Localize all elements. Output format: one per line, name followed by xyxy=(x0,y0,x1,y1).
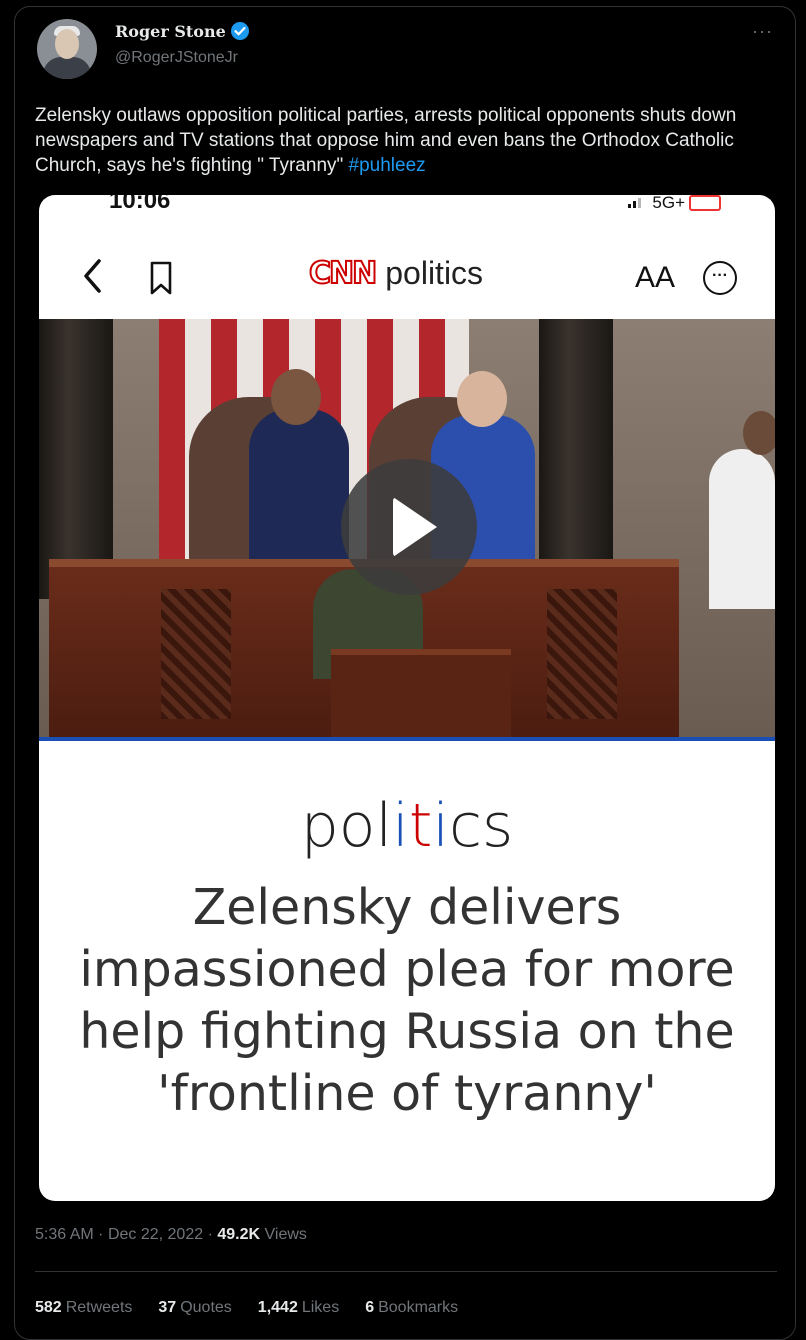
meta-separator: · xyxy=(98,1226,104,1243)
signal-icon xyxy=(628,198,648,208)
network-indicator: 5G+ xyxy=(628,195,721,213)
media-screenshot[interactable]: 10:06 5G+ CNN politics AA ··· politics Z… xyxy=(39,195,775,1201)
quotes-stat[interactable]: 37 Quotes xyxy=(158,1299,231,1317)
meta-separator: · xyxy=(207,1226,213,1243)
bookmarks-stat[interactable]: 6 Bookmarks xyxy=(365,1299,458,1317)
battery-icon xyxy=(689,195,721,211)
cnn-politics-logo: CNN politics xyxy=(308,255,484,292)
cnn-logo: CNN xyxy=(308,255,378,292)
section-heading: politics xyxy=(300,791,514,861)
network-label: 5G+ xyxy=(652,195,685,212)
video-thumbnail[interactable] xyxy=(39,319,775,737)
divider xyxy=(35,1271,777,1272)
avatar[interactable] xyxy=(37,19,97,79)
hashtag-link[interactable]: #puhleez xyxy=(349,155,426,176)
more-options-icon[interactable]: ··· xyxy=(752,21,773,42)
phone-status-bar: 10:06 5G+ xyxy=(39,195,775,219)
cnn-navbar: CNN politics AA ··· xyxy=(39,235,775,319)
author-handle[interactable]: @RogerJStoneJr xyxy=(115,49,238,67)
text-size-icon: AA xyxy=(635,261,676,294)
tweet-meta: 5:36 AM · Dec 22, 2022 · 49.2K Views xyxy=(35,1226,307,1244)
tweet-date[interactable]: Dec 22, 2022 xyxy=(108,1226,203,1243)
more-circle-icon: ··· xyxy=(703,261,737,295)
likes-stat[interactable]: 1,442 Likes xyxy=(258,1299,339,1317)
retweets-stat[interactable]: 582 Retweets xyxy=(35,1299,132,1317)
article-headline: Zelensky delivers impassioned plea for m… xyxy=(79,879,735,1122)
tweet-card[interactable]: Roger Stone @RogerJStoneJr ··· Zelensky … xyxy=(14,6,796,1340)
logo-section-label: politics xyxy=(385,255,484,291)
status-time: 10:06 xyxy=(109,195,171,214)
back-chevron-icon xyxy=(84,259,101,293)
divider-line xyxy=(39,737,775,741)
engagement-stats: 582 Retweets 37 Quotes 1,442 Likes 6 Bookmar… xyxy=(35,1299,458,1317)
verified-badge-icon xyxy=(230,22,249,40)
author-name-row[interactable]: Roger Stone xyxy=(115,21,250,41)
tweet-time[interactable]: 5:36 AM xyxy=(35,1226,94,1243)
bookmark-icon xyxy=(150,261,172,295)
author-name[interactable]: Roger Stone xyxy=(115,22,226,41)
play-button-icon[interactable] xyxy=(341,459,477,595)
views-label: Views xyxy=(264,1226,307,1243)
tweet-text: Zelensky outlaws opposition political pa… xyxy=(35,103,785,178)
views-count: 49.2K xyxy=(217,1226,261,1243)
